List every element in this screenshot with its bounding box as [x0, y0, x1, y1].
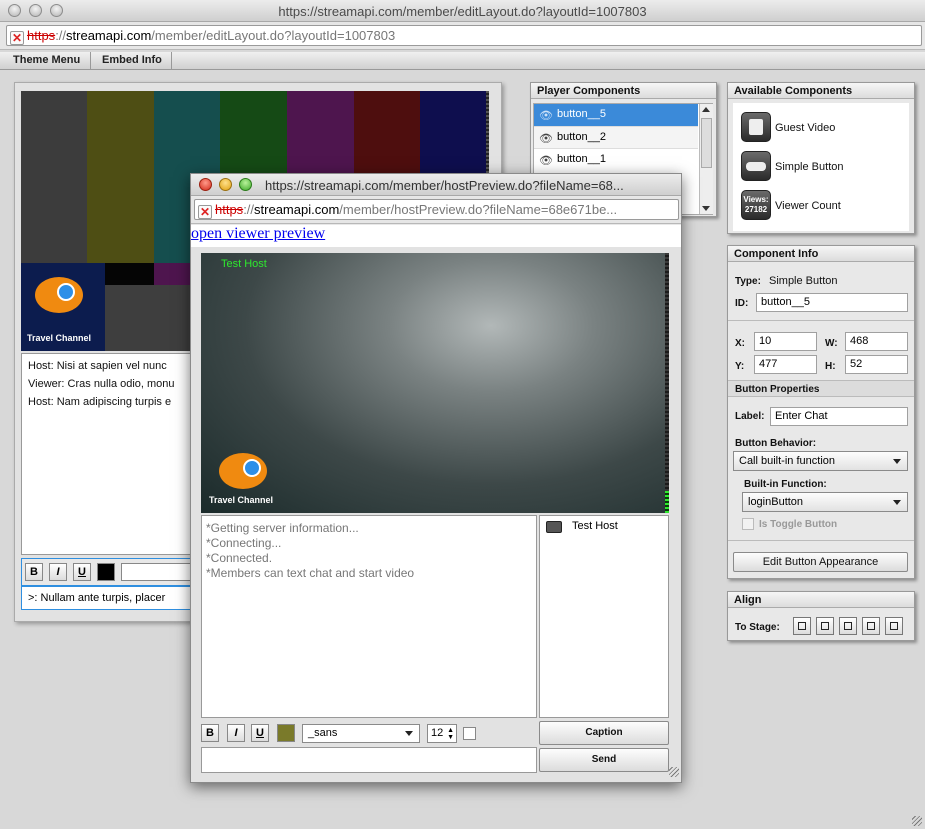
eye-icon[interactable]: 👁 [539, 154, 553, 167]
menu-separator [90, 52, 91, 70]
host-preview-window: https://streamapi.com/member/hostPreview… [190, 173, 682, 783]
popup-address-bar: ✕ https://streamapi.com/member/hostPrevie… [191, 197, 681, 224]
main-url-field[interactable]: ✕ https://streamapi.com/member/editLayout… [6, 25, 922, 46]
audio-level-meter [665, 253, 669, 513]
popup-titlebar: https://streamapi.com/member/hostPreview… [191, 174, 681, 196]
chevron-down-icon [405, 731, 413, 736]
available-components-panel: Available Components Guest Video Simple … [727, 82, 915, 234]
align-panel: Align To Stage: [727, 591, 915, 641]
video-logo: Travel Channel [209, 453, 273, 508]
guest-video-icon [741, 112, 771, 142]
menu-separator [171, 52, 172, 70]
type-value: Simple Button [769, 275, 838, 287]
video-host-label: Test Host [221, 258, 267, 270]
button-properties-header: Button Properties [728, 380, 914, 397]
list-item[interactable]: 👁 button__1 [534, 148, 698, 170]
open-viewer-preview-link[interactable]: open viewer preview [191, 225, 325, 243]
theme-menu[interactable]: Theme Menu [13, 54, 80, 66]
underline-button[interactable]: U [251, 724, 269, 742]
option-checkbox[interactable] [463, 727, 476, 740]
italic-button[interactable]: I [227, 724, 245, 742]
stage-logo: Travel Channel [21, 263, 105, 351]
insecure-lock-icon: ✕ [198, 205, 212, 219]
main-window-titlebar: https://streamapi.com/member/editLayout.… [0, 0, 925, 22]
main-address-bar: ✕ https://streamapi.com/member/editLayout… [0, 22, 925, 50]
align-middle-icon[interactable] [885, 617, 903, 635]
window-title: https://streamapi.com/member/editLayout.… [278, 4, 647, 19]
host-chat-log: *Getting server information... *Connecti… [201, 515, 537, 718]
component-simple-button[interactable]: Simple Button [733, 148, 909, 184]
align-left-icon[interactable] [793, 617, 811, 635]
align-bottom-icon[interactable] [862, 617, 880, 635]
bold-button[interactable]: B [25, 563, 43, 581]
embed-info-menu[interactable]: Embed Info [102, 54, 162, 66]
italic-button[interactable]: I [49, 563, 67, 581]
x-field[interactable]: 10 [754, 332, 817, 351]
caption-button[interactable]: Caption [539, 721, 669, 745]
font-select[interactable]: _sans [302, 724, 420, 743]
scroll-down-icon [702, 206, 710, 211]
panel-title: Component Info [728, 246, 914, 262]
popup-url-field[interactable]: ✕ https://streamapi.com/member/hostPrevie… [194, 199, 679, 220]
simple-button-icon [741, 151, 771, 181]
id-field[interactable]: button__5 [756, 293, 908, 312]
panel-title: Align [728, 592, 914, 608]
component-info-panel: Component Info Type: Simple Button ID: b… [727, 245, 915, 579]
panel-title: Available Components [728, 83, 914, 99]
resize-grip-icon[interactable] [912, 816, 922, 826]
eye-icon[interactable]: 👁 [539, 132, 553, 145]
chevron-down-icon [893, 500, 901, 505]
minimize-popup-button[interactable] [219, 178, 232, 191]
scroll-thumb[interactable] [701, 118, 712, 168]
chevron-down-icon [893, 459, 901, 464]
bold-button[interactable]: B [201, 724, 219, 742]
zoom-popup-button[interactable] [239, 178, 252, 191]
panel-title: Player Components [531, 83, 716, 99]
tv-icon [546, 521, 562, 533]
color-swatch[interactable] [277, 724, 295, 742]
component-viewer-count[interactable]: Views: 27182 Viewer Count [733, 187, 909, 223]
user-list: Test Host [539, 515, 669, 718]
list-item[interactable]: 👁 button__5 [534, 104, 698, 126]
underline-button[interactable]: U [73, 563, 91, 581]
align-top-icon[interactable] [839, 617, 857, 635]
button-behavior-select[interactable]: Call built-in function [733, 451, 908, 471]
list-item[interactable]: 👁 button__2 [534, 126, 698, 148]
close-popup-button[interactable] [199, 178, 212, 191]
eye-icon[interactable]: 👁 [539, 109, 553, 122]
label-field[interactable]: Enter Chat [770, 407, 908, 426]
insecure-lock-icon: ✕ [10, 31, 24, 45]
scroll-up-icon [702, 107, 710, 112]
edit-button-appearance-button[interactable]: Edit Button Appearance [733, 552, 908, 572]
popup-title: https://streamapi.com/member/hostPreview… [265, 178, 624, 193]
host-video[interactable]: Test Host Travel Channel [201, 253, 669, 513]
id-label: ID: [735, 298, 749, 309]
viewer-count-icon: Views: 27182 [741, 190, 771, 220]
available-components-list: Guest Video Simple Button Views: 27182 Vi… [733, 103, 909, 231]
type-label: Type: [735, 276, 761, 287]
width-field[interactable]: 468 [845, 332, 908, 351]
align-center-icon[interactable] [816, 617, 834, 635]
resize-grip-icon[interactable] [669, 767, 679, 777]
y-field[interactable]: 477 [754, 355, 817, 374]
host-player: Test Host Travel Channel *Getting server… [191, 247, 681, 782]
list-item[interactable]: Test Host [544, 519, 664, 537]
list-scrollbar[interactable] [699, 104, 713, 214]
editor-menu-bar: Theme Menu Embed Info [0, 52, 925, 70]
align-buttons [793, 617, 908, 635]
height-field[interactable]: 52 [845, 355, 908, 374]
builtin-function-select[interactable]: loginButton [742, 492, 908, 512]
stepper-arrows-icon[interactable]: ▲ ▼ [447, 727, 454, 741]
popup-page: open viewer preview Test Host Travel Cha… [191, 225, 681, 782]
toggle-checkbox[interactable] [742, 518, 754, 530]
component-guest-video[interactable]: Guest Video [733, 109, 909, 145]
color-swatch[interactable] [97, 563, 115, 581]
send-button[interactable]: Send [539, 748, 669, 772]
font-size-stepper[interactable]: 12 ▲ ▼ [427, 724, 457, 743]
host-chat-input[interactable] [201, 747, 537, 773]
